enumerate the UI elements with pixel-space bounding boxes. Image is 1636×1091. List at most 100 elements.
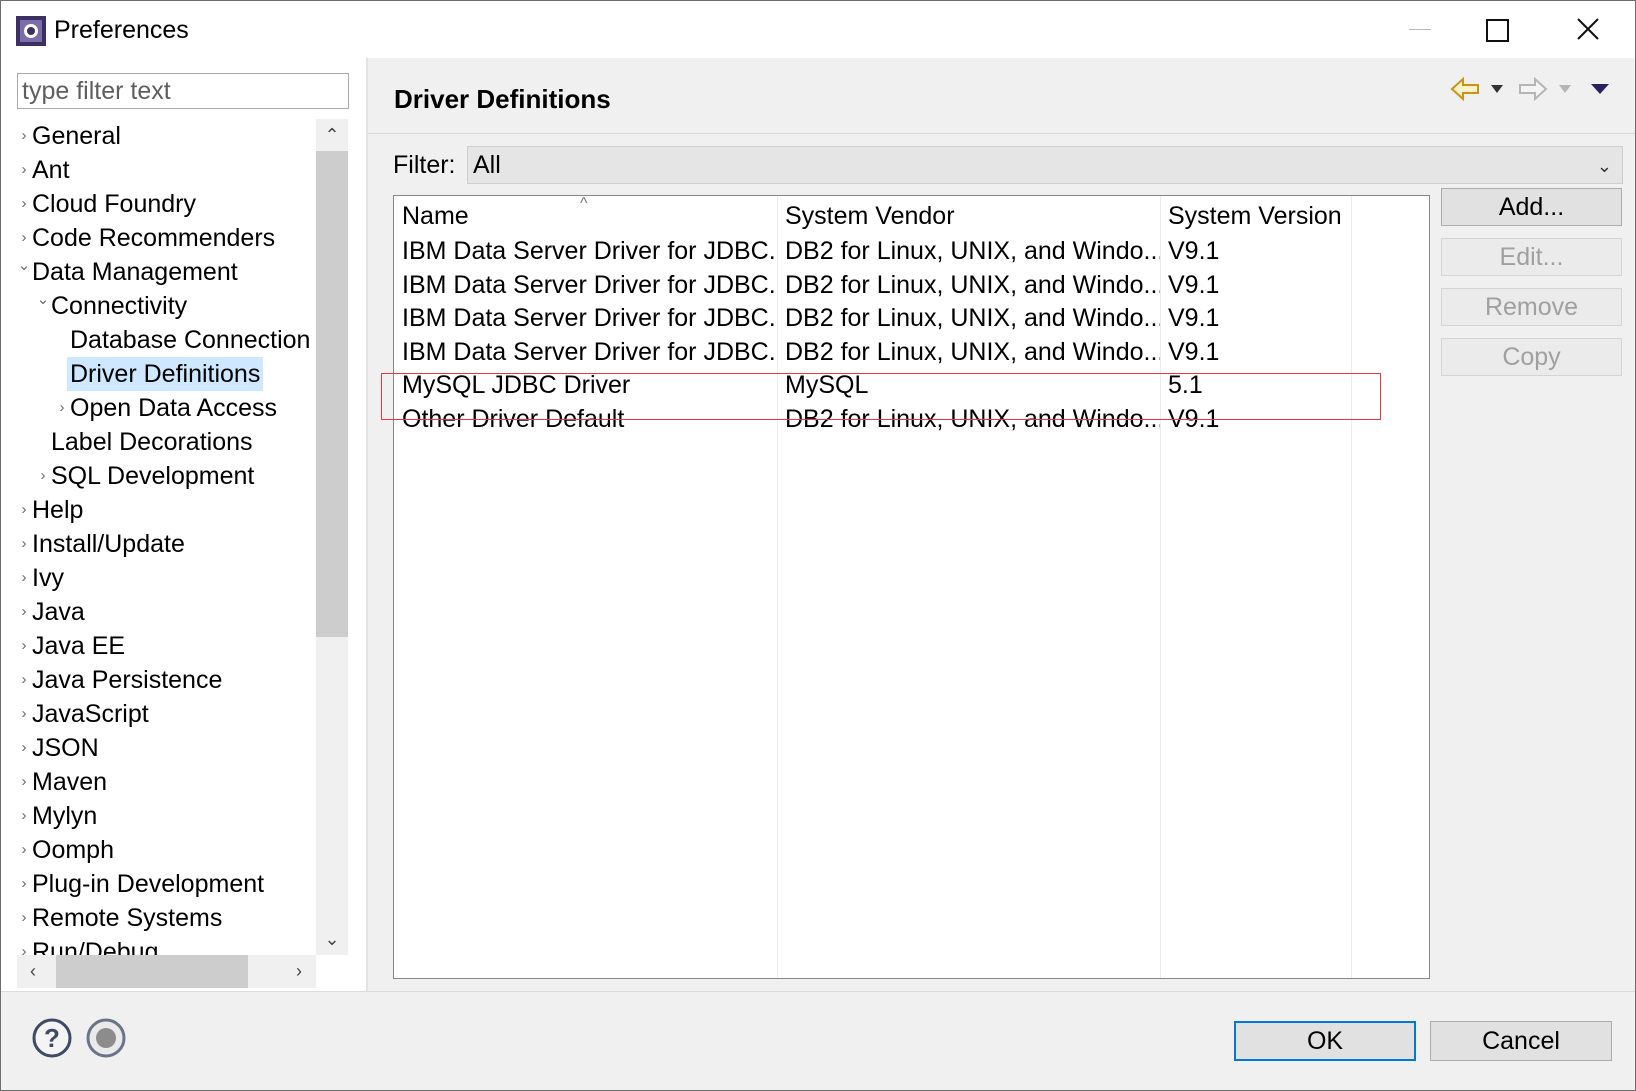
cell-system-vendor: DB2 for Linux, UNIX, and Windo... bbox=[785, 270, 1160, 299]
record-macro-icon[interactable] bbox=[85, 1017, 127, 1059]
tree-item[interactable]: › Code Recommenders bbox=[17, 221, 317, 255]
column-header-system-vendor[interactable]: System Vendor bbox=[777, 196, 1160, 236]
tree-item-label: Mylyn bbox=[32, 802, 98, 830]
back-dropdown-icon[interactable] bbox=[1490, 84, 1504, 94]
tree-item-label: Run/Debug bbox=[32, 938, 159, 955]
tree-item-label: Connectivity bbox=[51, 292, 188, 320]
filter-label: Filter: bbox=[393, 151, 456, 179]
header-divider bbox=[368, 133, 1635, 134]
tree-item[interactable]: › Ant bbox=[17, 153, 317, 187]
page-header: Driver Definitions bbox=[368, 58, 1635, 133]
add-button[interactable]: Add... bbox=[1441, 188, 1622, 226]
column-header-system-version[interactable]: System Version bbox=[1160, 196, 1351, 236]
table-row[interactable]: IBM Data Server Driver for JDBC... DB2 fo… bbox=[394, 268, 1429, 303]
tree-item[interactable]: Driver Definitions bbox=[17, 357, 317, 391]
forward-dropdown-icon[interactable] bbox=[1558, 84, 1572, 94]
tree-item[interactable]: › Help bbox=[17, 493, 317, 527]
tree-item[interactable]: › Run/Debug bbox=[17, 935, 317, 955]
tree-item[interactable]: › Cloud Foundry bbox=[17, 187, 317, 221]
tree-vertical-scroll-thumb[interactable] bbox=[316, 151, 348, 637]
tree-item-label: Plug-in Development bbox=[32, 870, 265, 898]
cell-system-vendor: DB2 for Linux, UNIX, and Windo... bbox=[785, 337, 1160, 366]
cell-name: IBM Data Server Driver for JDBC... bbox=[402, 270, 777, 299]
tree-item-label: Oomph bbox=[32, 836, 114, 864]
tree-item-label: Install/Update bbox=[32, 530, 185, 558]
page-title: Driver Definitions bbox=[394, 84, 611, 114]
tree-item-label: Database Connection bbox=[70, 326, 311, 354]
close-button[interactable] bbox=[1553, 1, 1623, 58]
minimize-button[interactable] bbox=[1384, 1, 1454, 58]
tree-vertical-scrollbar[interactable]: ⌃ ⌄ bbox=[316, 119, 348, 955]
edit-button[interactable]: Edit... bbox=[1441, 238, 1622, 276]
tree-item-label: Ant bbox=[32, 156, 70, 184]
tree-item-label: JavaScript bbox=[32, 700, 149, 728]
maximize-button[interactable] bbox=[1461, 1, 1531, 58]
tree-item[interactable]: ⌄ Connectivity bbox=[17, 289, 317, 323]
cell-name: Other Driver Default bbox=[402, 405, 625, 433]
cancel-button[interactable]: Cancel bbox=[1430, 1021, 1612, 1061]
tree-item-label: Open Data Access bbox=[70, 394, 278, 422]
tree-item[interactable]: › Java bbox=[17, 595, 317, 629]
tree-item-label: Code Recommenders bbox=[32, 224, 276, 252]
tree-item[interactable]: › Open Data Access bbox=[17, 391, 317, 425]
column-header-label: Name bbox=[402, 202, 469, 230]
driver-table: Name ^ System Vendor System Version IBM … bbox=[393, 195, 1430, 979]
tree-item[interactable]: › General bbox=[17, 119, 317, 153]
cell-name: IBM Data Server Driver for JDBC... bbox=[402, 237, 777, 265]
tree-item[interactable]: › Remote Systems bbox=[17, 901, 317, 935]
remove-button[interactable]: Remove bbox=[1441, 288, 1622, 326]
help-icon[interactable]: ? bbox=[31, 1017, 73, 1059]
scroll-left-icon[interactable]: ‹ bbox=[17, 955, 49, 987]
cell-system-version: V9.1 bbox=[1168, 270, 1220, 299]
window-title: Preferences bbox=[54, 16, 189, 44]
tree-item[interactable]: › SQL Development bbox=[17, 459, 317, 493]
tree-item-label: Java bbox=[32, 598, 85, 626]
copy-button[interactable]: Copy bbox=[1441, 338, 1622, 376]
forward-arrow-icon[interactable] bbox=[1518, 76, 1548, 102]
tree-item[interactable]: › Oomph bbox=[17, 833, 317, 867]
tree-item-label: JSON bbox=[32, 734, 99, 762]
table-row[interactable]: Other Driver Default DB2 for Linux, UNIX,… bbox=[394, 402, 1429, 437]
tree-item[interactable]: › Java Persistence bbox=[17, 663, 317, 697]
eclipse-app-icon bbox=[16, 16, 46, 46]
cell-system-version: 5.1 bbox=[1168, 371, 1203, 400]
scroll-right-icon[interactable]: › bbox=[283, 955, 315, 987]
tree-item-label: Java Persistence bbox=[32, 666, 223, 694]
tree-item-label: Remote Systems bbox=[32, 904, 223, 932]
tree-item-label: Java EE bbox=[32, 632, 126, 660]
tree-horizontal-scrollbar[interactable]: ‹ › bbox=[17, 955, 316, 988]
tree-item[interactable]: › JavaScript bbox=[17, 697, 317, 731]
view-menu-icon[interactable] bbox=[1590, 83, 1610, 95]
table-row[interactable]: MySQL JDBC Driver MySQL 5.1 bbox=[394, 368, 1429, 403]
table-row[interactable]: IBM Data Server Driver for JDBC... DB2 fo… bbox=[394, 335, 1429, 370]
ok-button[interactable]: OK bbox=[1234, 1021, 1416, 1061]
table-row[interactable]: IBM Data Server Driver for JDBC... DB2 fo… bbox=[394, 234, 1429, 269]
tree-item[interactable]: Database Connection bbox=[17, 323, 317, 357]
tree-item[interactable]: › JSON bbox=[17, 731, 317, 765]
tree-horizontal-scroll-thumb[interactable] bbox=[56, 955, 248, 988]
tree-item-label: Label Decorations bbox=[51, 428, 253, 456]
cell-name: MySQL JDBC Driver bbox=[402, 371, 631, 400]
filter-text-input[interactable] bbox=[17, 73, 349, 109]
cell-system-vendor: DB2 for Linux, UNIX, and Windo... bbox=[785, 304, 1160, 333]
dialog-footer: ? OK Cancel bbox=[1, 992, 1635, 1090]
preference-tree-pane: ›General›Ant›Cloud Foundry›Code Recommen… bbox=[1, 58, 366, 991]
back-arrow-icon[interactable] bbox=[1450, 76, 1480, 102]
tree-item[interactable]: › Install/Update bbox=[17, 527, 317, 561]
tree-item[interactable]: ⌄ Data Management bbox=[17, 255, 317, 289]
tree-item-label: Maven bbox=[32, 768, 108, 796]
table-row[interactable]: IBM Data Server Driver for JDBC... DB2 fo… bbox=[394, 301, 1429, 336]
tree-item[interactable]: › Mylyn bbox=[17, 799, 317, 833]
tree-item[interactable]: › Java EE bbox=[17, 629, 317, 663]
cell-system-vendor: DB2 for Linux, UNIX, and Windo... bbox=[785, 237, 1160, 265]
tree-item[interactable]: › Ivy bbox=[17, 561, 317, 595]
chevron-down-icon: ⌄ bbox=[1596, 156, 1612, 176]
filter-dropdown[interactable]: All ⌄ bbox=[467, 146, 1623, 184]
scroll-down-icon[interactable]: ⌄ bbox=[316, 923, 348, 955]
tree-item[interactable]: › Maven bbox=[17, 765, 317, 799]
tree-item[interactable]: › Plug-in Development bbox=[17, 867, 317, 901]
scroll-up-icon[interactable]: ⌃ bbox=[316, 119, 348, 151]
tree-item-label: Help bbox=[32, 496, 84, 524]
tree-item[interactable]: Label Decorations bbox=[17, 425, 317, 459]
column-header-name[interactable]: Name ^ bbox=[394, 196, 777, 236]
